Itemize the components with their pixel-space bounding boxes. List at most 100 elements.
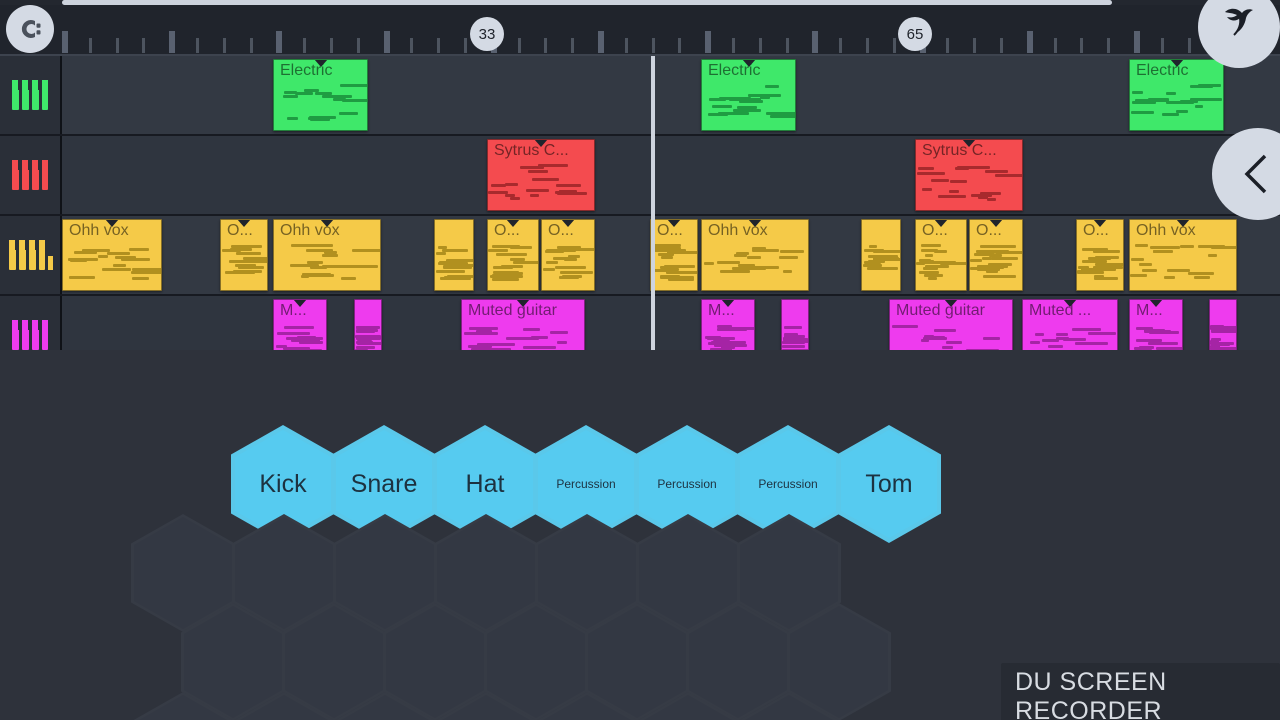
clip-note (487, 342, 516, 346)
fl-studio-logo[interactable] (6, 5, 54, 53)
clip-note (1131, 257, 1145, 261)
clip[interactable]: Muted guitar (461, 299, 585, 350)
clip-note (527, 170, 548, 174)
clip-note (1188, 271, 1215, 275)
ruler-tick (437, 38, 441, 53)
clip[interactable]: Ohh vox (273, 219, 381, 291)
playlist-grid[interactable]: Electric Electric Electric Sytrus C... Sytru… (62, 56, 1280, 350)
clip[interactable]: Muted ... (1022, 299, 1118, 350)
bar-number-badge[interactable]: 33 (470, 17, 504, 51)
clip-note (1143, 329, 1171, 333)
track-header-2[interactable] (0, 216, 62, 296)
clip-note (512, 260, 538, 264)
clip-note (1093, 266, 1117, 270)
clip-note (1210, 337, 1222, 341)
track-row[interactable]: Sytrus C... Sytrus C... (62, 136, 1280, 216)
ruler-tick (517, 38, 521, 53)
clip-note (1193, 276, 1211, 280)
pad-tom[interactable]: Tom (837, 425, 941, 543)
clip-note (983, 336, 1001, 340)
clip-note (783, 270, 793, 274)
clip[interactable]: M... (701, 299, 755, 350)
track-row[interactable]: Electric Electric Electric (62, 56, 1280, 136)
playhead[interactable] (651, 56, 655, 350)
clip-note (340, 277, 356, 281)
clip[interactable]: Ohh vox (1129, 219, 1237, 291)
pad-label: Tom (865, 469, 913, 498)
track-row[interactable]: Ohh vox O... Ohh vox O... O... O... Ohh vox O..… (62, 216, 1280, 296)
clip-note (308, 116, 322, 120)
clip-notes (702, 324, 754, 350)
clip[interactable]: Sytrus C... (487, 139, 595, 211)
clip-notes (916, 244, 966, 288)
clip-note (933, 329, 957, 333)
track-header-1[interactable] (0, 136, 62, 216)
clip[interactable]: Electric (1129, 59, 1224, 131)
clip[interactable] (861, 219, 901, 291)
clip-note (782, 344, 806, 348)
clip[interactable]: Ohh vox (701, 219, 809, 291)
clip-note (550, 331, 569, 335)
clip[interactable]: Ohh vox (62, 219, 162, 291)
playlist-area[interactable]: 33 65 Electric Electric Electric Sytrus C...… (0, 0, 1280, 350)
pad-label: Snare (350, 469, 418, 498)
clip-note (488, 248, 509, 252)
clip-note (113, 263, 126, 267)
clip-note (1081, 248, 1097, 252)
clip[interactable]: O... (969, 219, 1023, 291)
clip[interactable] (1209, 299, 1237, 350)
clip-note (716, 261, 741, 265)
clip[interactable]: O... (487, 219, 539, 291)
bar-number-badge[interactable]: 65 (898, 17, 932, 51)
clip-notes (651, 244, 697, 288)
clip-note (101, 267, 132, 271)
clip-note (510, 197, 521, 201)
clip-note (436, 269, 466, 273)
clip[interactable]: M... (273, 299, 327, 350)
clip[interactable]: O... (1076, 219, 1124, 291)
clip[interactable] (434, 219, 474, 291)
clip-notch (1093, 220, 1107, 227)
ruler-tick (705, 31, 712, 53)
clip-notes (274, 244, 380, 288)
track-row[interactable]: M... Muted guitar M... Muted guitar Muted ..… (62, 296, 1280, 350)
track-header-0[interactable] (0, 56, 62, 136)
clip-notes (782, 324, 808, 350)
clip[interactable]: O... (541, 219, 595, 291)
ruler-tick (464, 38, 467, 53)
clip-note (667, 267, 679, 271)
ruler-tick (598, 31, 604, 53)
clip-note (720, 345, 736, 349)
clip-note (496, 253, 528, 257)
clip[interactable]: M... (1129, 299, 1183, 350)
timeline-ruler[interactable]: 33 65 (0, 5, 1280, 56)
clip-note (955, 166, 970, 170)
clip-note (356, 339, 373, 343)
ruler-tick (1080, 38, 1084, 53)
clip-note (928, 277, 938, 281)
pad-label: Hat (465, 469, 505, 498)
clip[interactable]: Sytrus C... (915, 139, 1023, 211)
clip-note (1152, 250, 1173, 254)
clip[interactable]: O... (915, 219, 967, 291)
clip[interactable]: Electric (273, 59, 368, 131)
ruler-tick (356, 38, 360, 53)
clip[interactable] (354, 299, 382, 350)
clip[interactable]: Muted guitar (889, 299, 1013, 350)
ruler-tick (142, 38, 146, 53)
clip-note (299, 340, 323, 344)
piano-keys-icon (9, 240, 53, 270)
track-header-3[interactable] (0, 296, 62, 350)
clip-note (921, 249, 939, 253)
clip-note (983, 274, 1017, 278)
clip-note (995, 174, 1022, 178)
clip-note (924, 254, 934, 258)
clip[interactable]: Electric (701, 59, 796, 131)
clip-note (1179, 244, 1194, 248)
clip-note (492, 266, 514, 270)
clip[interactable]: O... (220, 219, 268, 291)
clip-note (757, 266, 768, 270)
clip-note (672, 251, 697, 255)
clip[interactable] (781, 299, 809, 350)
clip[interactable]: O... (650, 219, 698, 291)
